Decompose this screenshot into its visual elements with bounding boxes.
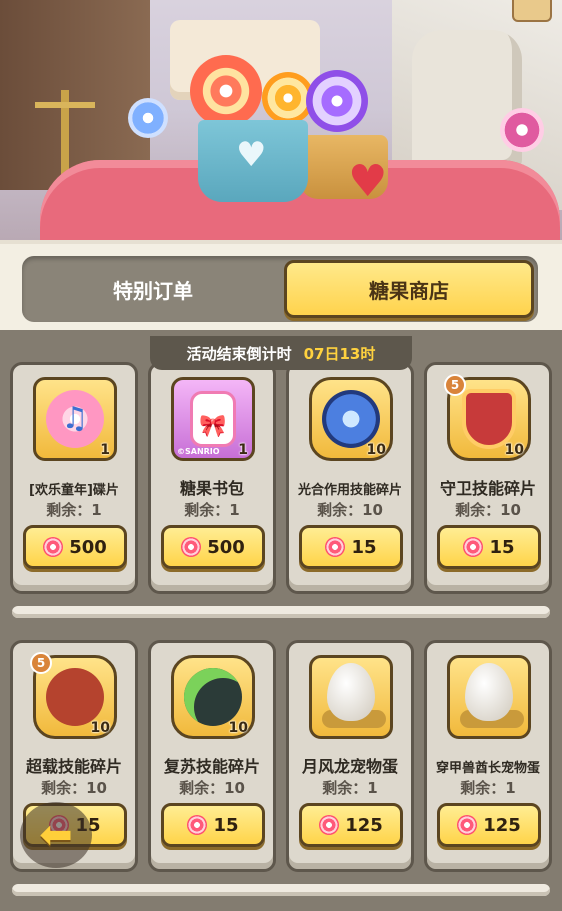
back-button[interactable]: ⬅ bbox=[20, 802, 92, 868]
tab-bar-area: 特别订单 糖果商店 bbox=[0, 240, 562, 330]
item-price: 500 bbox=[69, 536, 107, 558]
item-stock: 剩余：10 bbox=[179, 779, 245, 797]
item-name: 光合作用技能碎片 bbox=[297, 483, 402, 498]
item-count: 1 bbox=[238, 442, 248, 458]
item-price: 125 bbox=[483, 814, 521, 836]
skill-level-badge: 5 bbox=[444, 374, 466, 396]
item-stock: 剩余：10 bbox=[41, 779, 107, 797]
stone-statue-icon bbox=[412, 30, 522, 170]
lollipop-icon bbox=[190, 55, 262, 127]
heart-icon: ♥ bbox=[236, 135, 267, 175]
candy-icon bbox=[43, 537, 64, 557]
item-price: 15 bbox=[213, 814, 239, 836]
lollipop-icon bbox=[500, 108, 544, 152]
buy-button[interactable]: 15 bbox=[161, 803, 265, 847]
shop-item-card[interactable]: 🎀 ©SANRIO 1 糖果书包 剩余：1 500 bbox=[148, 362, 276, 594]
candy-icon bbox=[187, 815, 208, 835]
item-name: 糖果书包 bbox=[179, 479, 244, 498]
back-arrow-icon: ⬅ bbox=[39, 812, 73, 858]
item-name: 超载技能碎片 bbox=[25, 757, 122, 776]
lollipop-icon bbox=[128, 98, 168, 138]
candy-icon bbox=[319, 815, 340, 835]
brand-mark: ©SANRIO bbox=[177, 447, 220, 456]
item-count: 10 bbox=[504, 442, 524, 458]
shelf-divider bbox=[12, 884, 550, 896]
shop-item-card[interactable]: 穿甲兽酋长宠物蛋 剩余：1 125 bbox=[424, 640, 552, 872]
countdown-label: 活动结束倒计时 bbox=[186, 344, 292, 363]
pet-egg-icon bbox=[447, 655, 531, 739]
item-count: 1 bbox=[100, 442, 110, 458]
skill-level-badge: 5 bbox=[30, 652, 52, 674]
shop-item-card[interactable]: ♫ 1 [欢乐童年]碟片 剩余：1 500 bbox=[10, 362, 138, 594]
buy-button[interactable]: 500 bbox=[23, 525, 127, 569]
event-banner: ♥ ♥ bbox=[0, 0, 562, 240]
item-stock: 剩余：10 bbox=[455, 501, 521, 519]
event-countdown: 活动结束倒计时 07日13时 bbox=[150, 336, 412, 370]
buy-button[interactable]: 500 bbox=[161, 525, 265, 569]
item-stock: 剩余：10 bbox=[317, 501, 383, 519]
item-price: 15 bbox=[489, 536, 515, 558]
map-icon[interactable] bbox=[512, 0, 552, 22]
candy-backpack-icon: 🎀 ©SANRIO 1 bbox=[171, 377, 255, 461]
candy-icon bbox=[325, 537, 346, 557]
lollipop-icon bbox=[306, 70, 368, 132]
item-stock: 剩余：1 bbox=[46, 501, 102, 519]
item-stock: 剩余：1 bbox=[322, 779, 378, 797]
candy-icon bbox=[457, 815, 478, 835]
buy-button[interactable]: 125 bbox=[437, 803, 541, 847]
item-price: 15 bbox=[351, 536, 377, 558]
candy-icon bbox=[463, 537, 484, 557]
heart-icon: ♥ bbox=[348, 156, 388, 207]
shop-item-card[interactable]: 月风龙宠物蛋 剩余：1 125 bbox=[286, 640, 414, 872]
item-count: 10 bbox=[366, 442, 386, 458]
shop-item-card[interactable]: 10 光合作用技能碎片 剩余：10 15 bbox=[286, 362, 414, 594]
item-name: [欢乐童年]碟片 bbox=[29, 483, 119, 498]
pet-egg-icon bbox=[309, 655, 393, 739]
tab-special-orders[interactable]: 特别订单 bbox=[28, 260, 278, 318]
item-price: 125 bbox=[345, 814, 383, 836]
candy-bucket-icon: ♥ bbox=[198, 120, 308, 202]
item-stock: 剩余：1 bbox=[184, 501, 240, 519]
item-name: 守卫技能碎片 bbox=[439, 479, 536, 498]
item-count: 10 bbox=[90, 720, 110, 736]
buy-button[interactable]: 15 bbox=[299, 525, 403, 569]
tab-candy-shop[interactable]: 糖果商店 bbox=[284, 260, 534, 318]
item-name: 穿甲兽酋长宠物蛋 bbox=[435, 761, 540, 776]
revive-skill-icon: 10 bbox=[171, 655, 255, 739]
shelf-divider bbox=[12, 606, 550, 618]
buy-button[interactable]: 15 bbox=[437, 525, 541, 569]
shop-item-card[interactable]: 10 复苏技能碎片 剩余：10 15 bbox=[148, 640, 276, 872]
buy-button[interactable]: 125 bbox=[299, 803, 403, 847]
item-stock: 剩余：1 bbox=[460, 779, 516, 797]
music-disc-icon: ♫ 1 bbox=[33, 377, 117, 461]
item-count: 10 bbox=[228, 720, 248, 736]
guard-skill-icon: 5 10 bbox=[444, 374, 531, 461]
candy-icon bbox=[181, 537, 202, 557]
countdown-time: 07日13时 bbox=[303, 344, 376, 363]
photosynthesis-skill-icon: 10 bbox=[309, 377, 393, 461]
overload-skill-icon: 5 10 bbox=[30, 652, 117, 739]
shop-item-card[interactable]: 5 10 守卫技能碎片 剩余：10 15 bbox=[424, 362, 552, 594]
item-price: 500 bbox=[207, 536, 245, 558]
item-name: 复苏技能碎片 bbox=[163, 757, 260, 776]
item-name: 月风龙宠物蛋 bbox=[301, 757, 398, 776]
tab-bar: 特别订单 糖果商店 bbox=[22, 256, 538, 322]
